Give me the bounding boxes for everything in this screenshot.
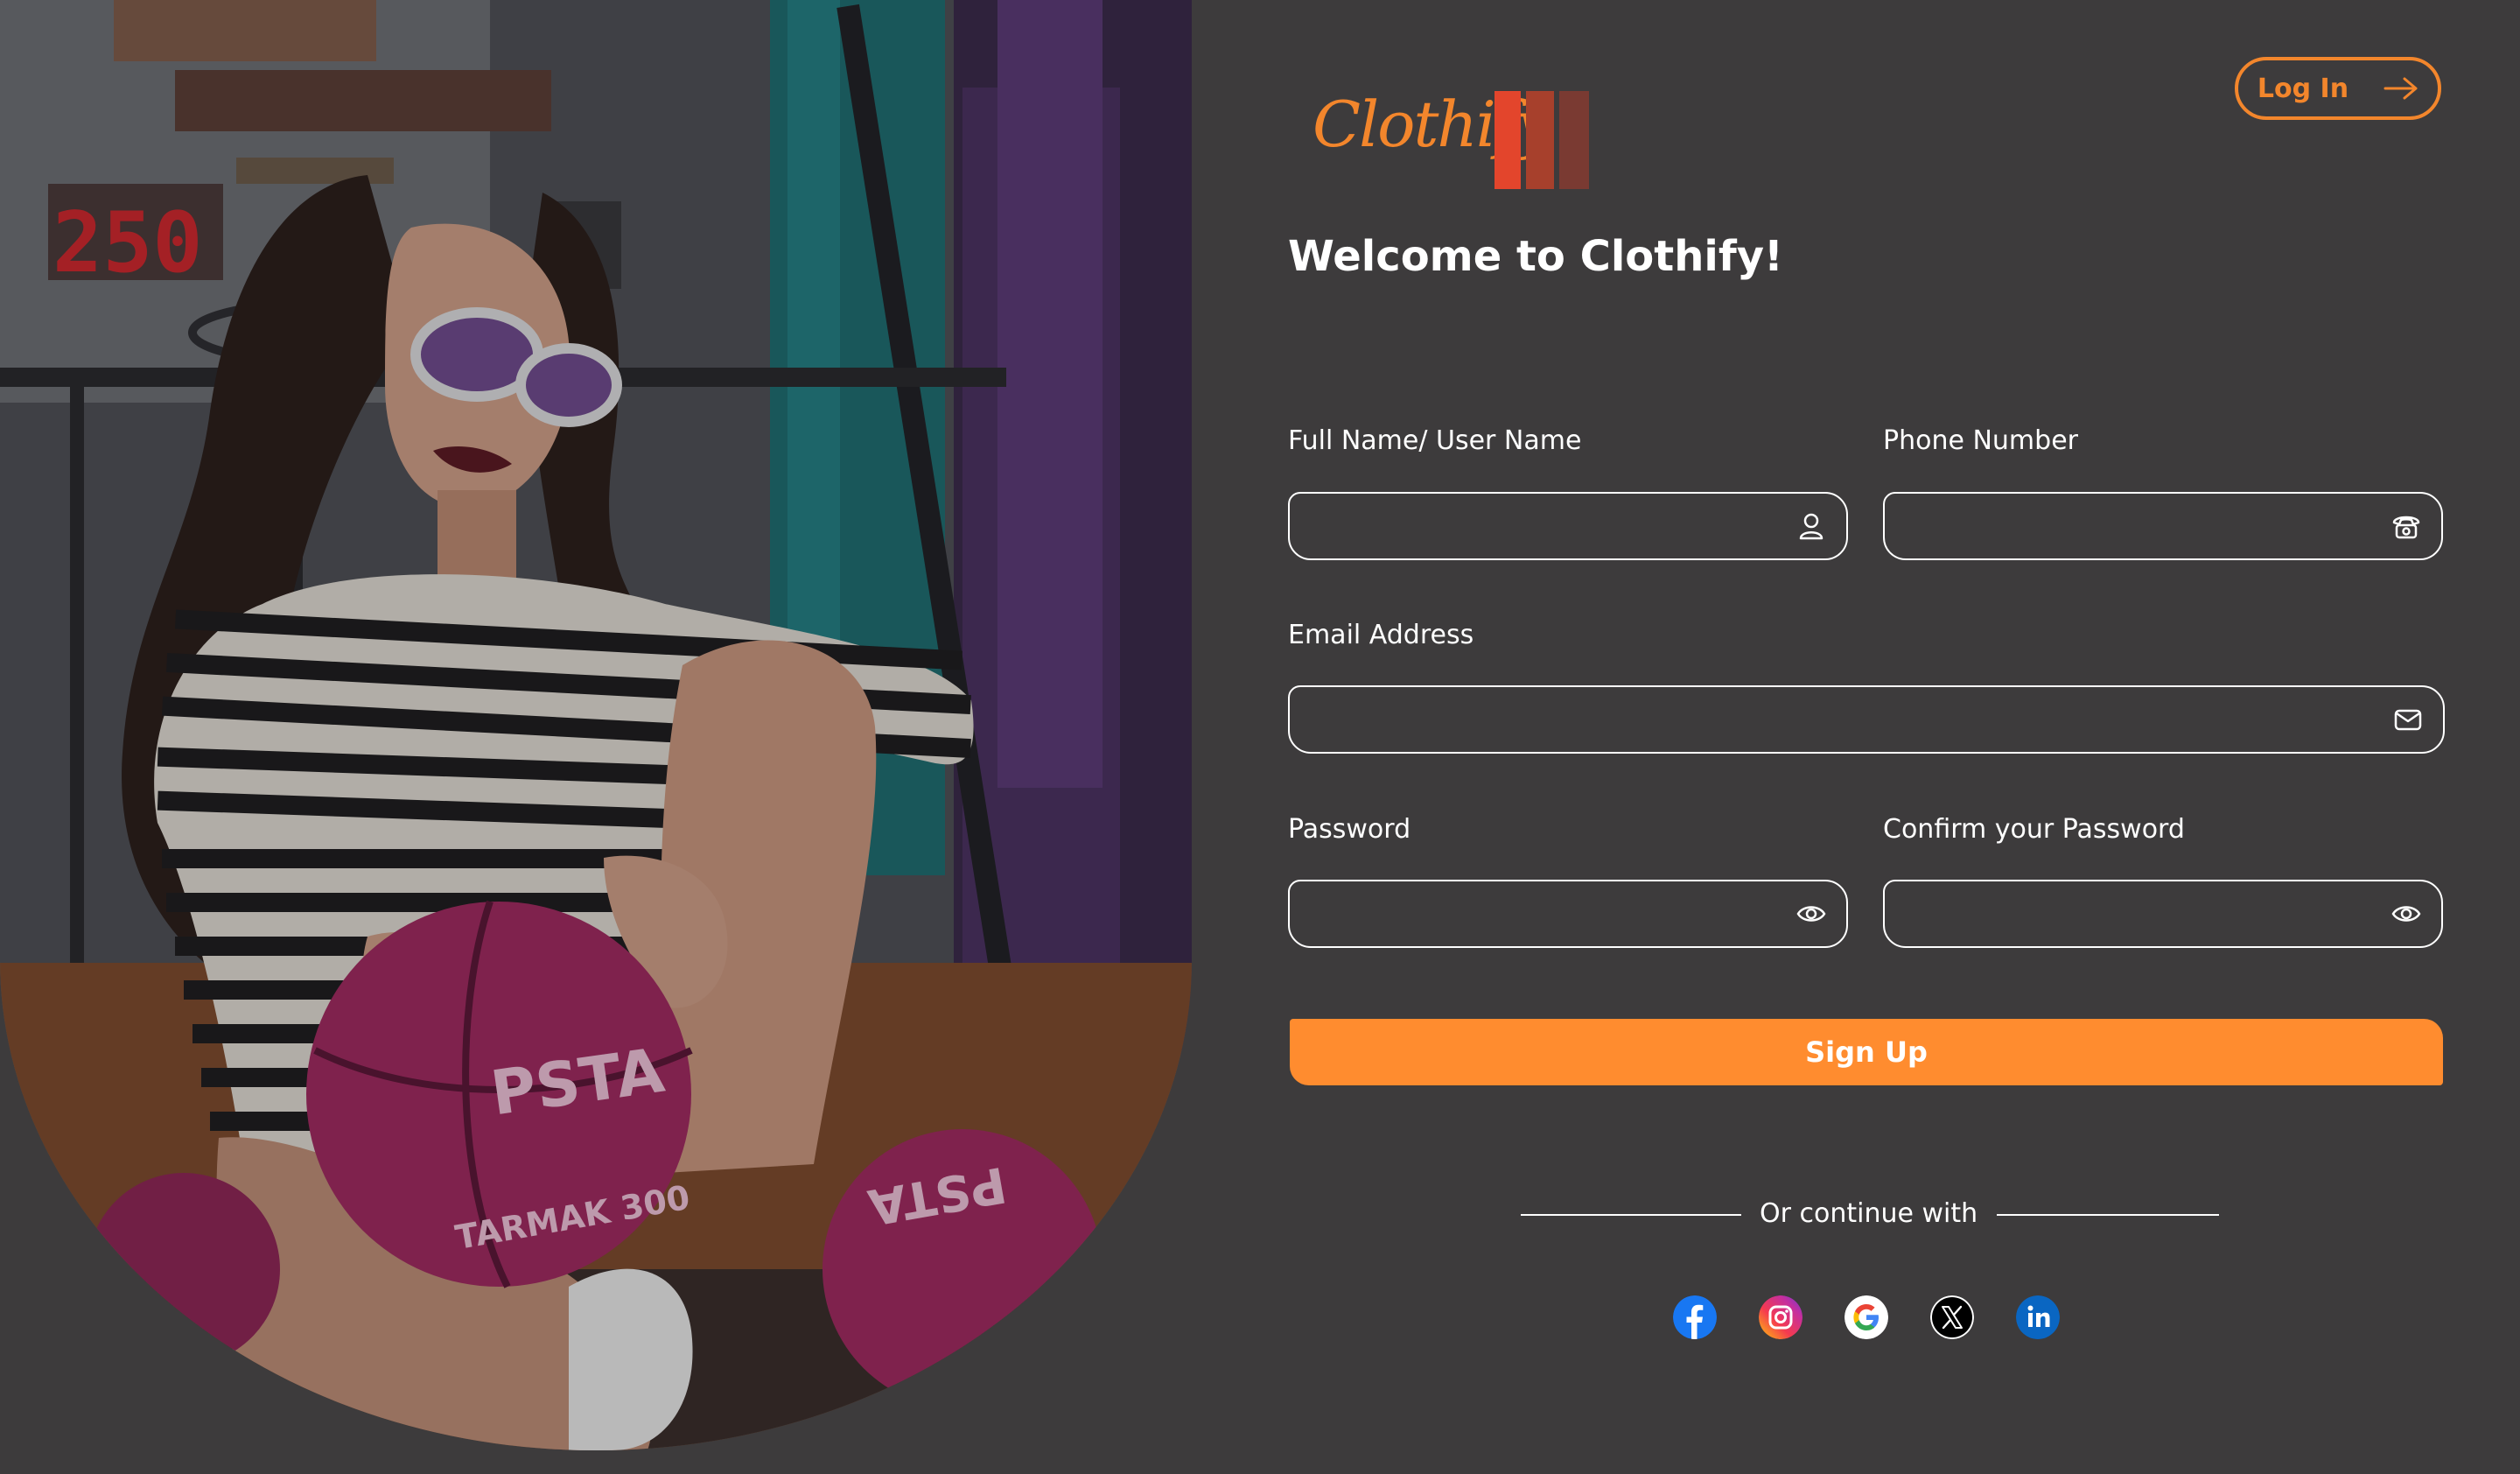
- confirm-password-input[interactable]: [1904, 881, 2380, 946]
- eye-icon[interactable]: [2390, 898, 2422, 930]
- eye-icon[interactable]: [1796, 898, 1827, 930]
- page-title: Welcome to Clothify!: [1288, 232, 1783, 281]
- email-label: Email Address: [1288, 620, 1474, 650]
- brand-logo-bar-1: [1494, 91, 1521, 189]
- hero-illustration: 250 PSTA TARMAK 300 PSTA: [0, 0, 1192, 1450]
- arrow-right-icon: [2384, 77, 2418, 100]
- hero-photo: 250 PSTA TARMAK 300 PSTA: [0, 0, 1192, 1450]
- full-name-input[interactable]: [1309, 494, 1785, 558]
- phone-icon: [2392, 516, 2420, 539]
- phone-field[interactable]: [1883, 492, 2443, 560]
- password-label: Password: [1288, 814, 1411, 845]
- divider-right: [1997, 1214, 2219, 1216]
- email-input[interactable]: [1309, 687, 2382, 752]
- brand-logo-bar-3: [1559, 91, 1589, 189]
- facebook-icon[interactable]: [1673, 1295, 1717, 1339]
- instagram-icon[interactable]: [1759, 1295, 1802, 1339]
- continue-with-label: Or continue with: [1760, 1198, 1978, 1229]
- x-icon[interactable]: [1930, 1295, 1974, 1339]
- full-name-field[interactable]: [1288, 492, 1848, 560]
- google-icon[interactable]: [1844, 1295, 1888, 1339]
- phone-input[interactable]: [1904, 494, 2380, 558]
- brand-logo-bar-2: [1526, 91, 1554, 189]
- password-field[interactable]: [1288, 880, 1848, 948]
- login-label: Log In: [2257, 73, 2349, 104]
- phone-label: Phone Number: [1883, 425, 2078, 456]
- divider-left: [1521, 1214, 1741, 1216]
- linkedin-icon[interactable]: [2016, 1295, 2060, 1339]
- mail-icon: [2394, 709, 2422, 731]
- password-input[interactable]: [1309, 881, 1785, 946]
- user-icon: [1799, 513, 1824, 540]
- sign-up-button[interactable]: Sign Up: [1290, 1019, 2443, 1085]
- email-field[interactable]: [1288, 685, 2445, 754]
- confirm-password-field[interactable]: [1883, 880, 2443, 948]
- full-name-label: Full Name/ User Name: [1288, 425, 1582, 456]
- confirm-password-label: Confirm your Password: [1883, 814, 2185, 845]
- login-button[interactable]: Log In: [2235, 57, 2441, 120]
